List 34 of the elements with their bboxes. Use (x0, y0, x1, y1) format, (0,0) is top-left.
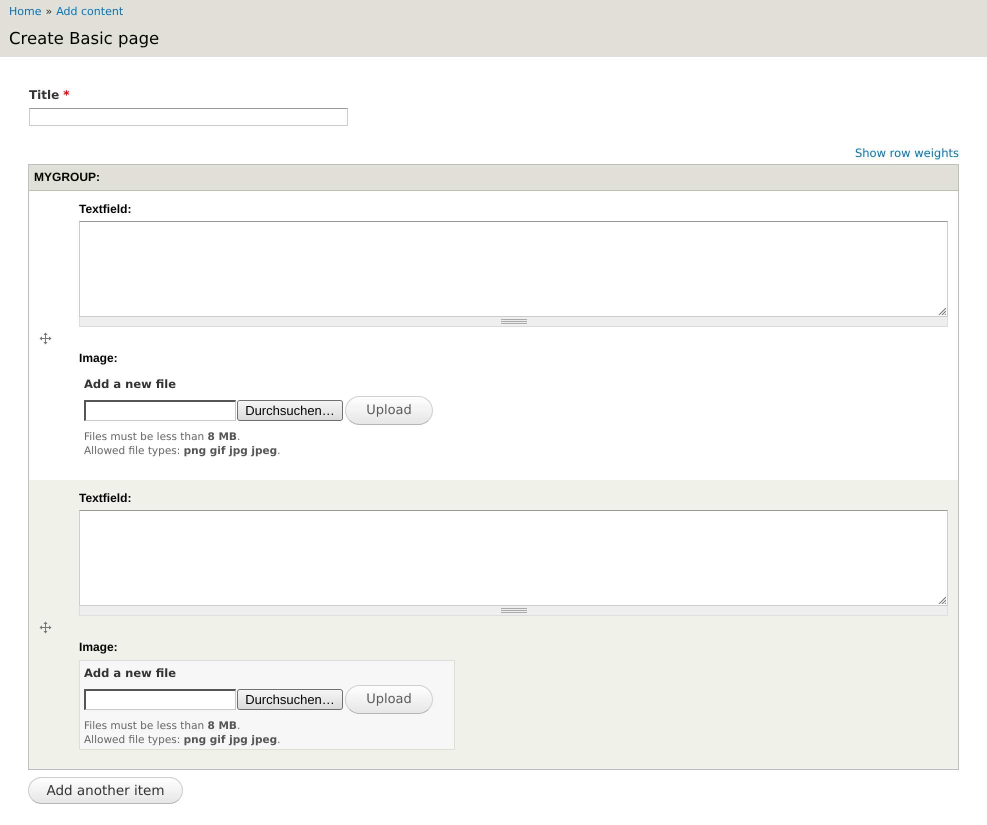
upload-button[interactable]: Upload (345, 396, 433, 425)
field-label: Title (29, 88, 60, 103)
file-path-field[interactable] (84, 400, 236, 421)
grip-lines-icon (500, 319, 526, 324)
file-widget-heading: Add a new file (84, 377, 176, 392)
title-input[interactable] (29, 108, 348, 126)
add-another-item-button[interactable]: Add another item (28, 777, 183, 804)
grip-lines-icon (500, 608, 526, 613)
resize-handle-icon[interactable] (938, 307, 946, 315)
resize-grip-bar[interactable] (79, 317, 948, 327)
breadcrumb-link[interactable]: Add content (56, 5, 124, 19)
help-text: Allowed file types: png gif jpg jpeg. (84, 444, 281, 458)
drag-handle-icon[interactable] (38, 332, 52, 344)
resize-grip-bar[interactable] (79, 606, 948, 616)
breadcrumb-link[interactable]: Home (9, 5, 42, 19)
upload-button[interactable]: Upload (345, 685, 433, 714)
help-text: Allowed file types: png gif jpg jpeg. (84, 733, 281, 747)
field-label: Image: (79, 640, 118, 655)
breadcrumb-separator: » (45, 5, 52, 19)
show-row-weights-link[interactable]: Show row weights (854, 146, 959, 161)
field-label: Textfield: (79, 202, 132, 217)
field-label: Image: (79, 351, 118, 366)
file-path-field[interactable] (84, 689, 236, 710)
browse-button[interactable]: Durchsuchen… (237, 689, 343, 710)
field-label: Textfield: (79, 491, 132, 506)
file-widget-heading: Add a new file (84, 666, 176, 681)
browse-button[interactable]: Durchsuchen… (237, 400, 343, 421)
drag-handle-icon[interactable] (38, 620, 52, 634)
help-text: Files must be less than 8 MB. (84, 719, 240, 733)
page-title: Create Basic page (9, 28, 160, 50)
required-mark: * (63, 88, 70, 103)
group-heading: MYGROUP: (34, 170, 100, 184)
resize-handle-icon[interactable] (938, 596, 946, 604)
help-text: Files must be less than 8 MB. (84, 430, 240, 444)
